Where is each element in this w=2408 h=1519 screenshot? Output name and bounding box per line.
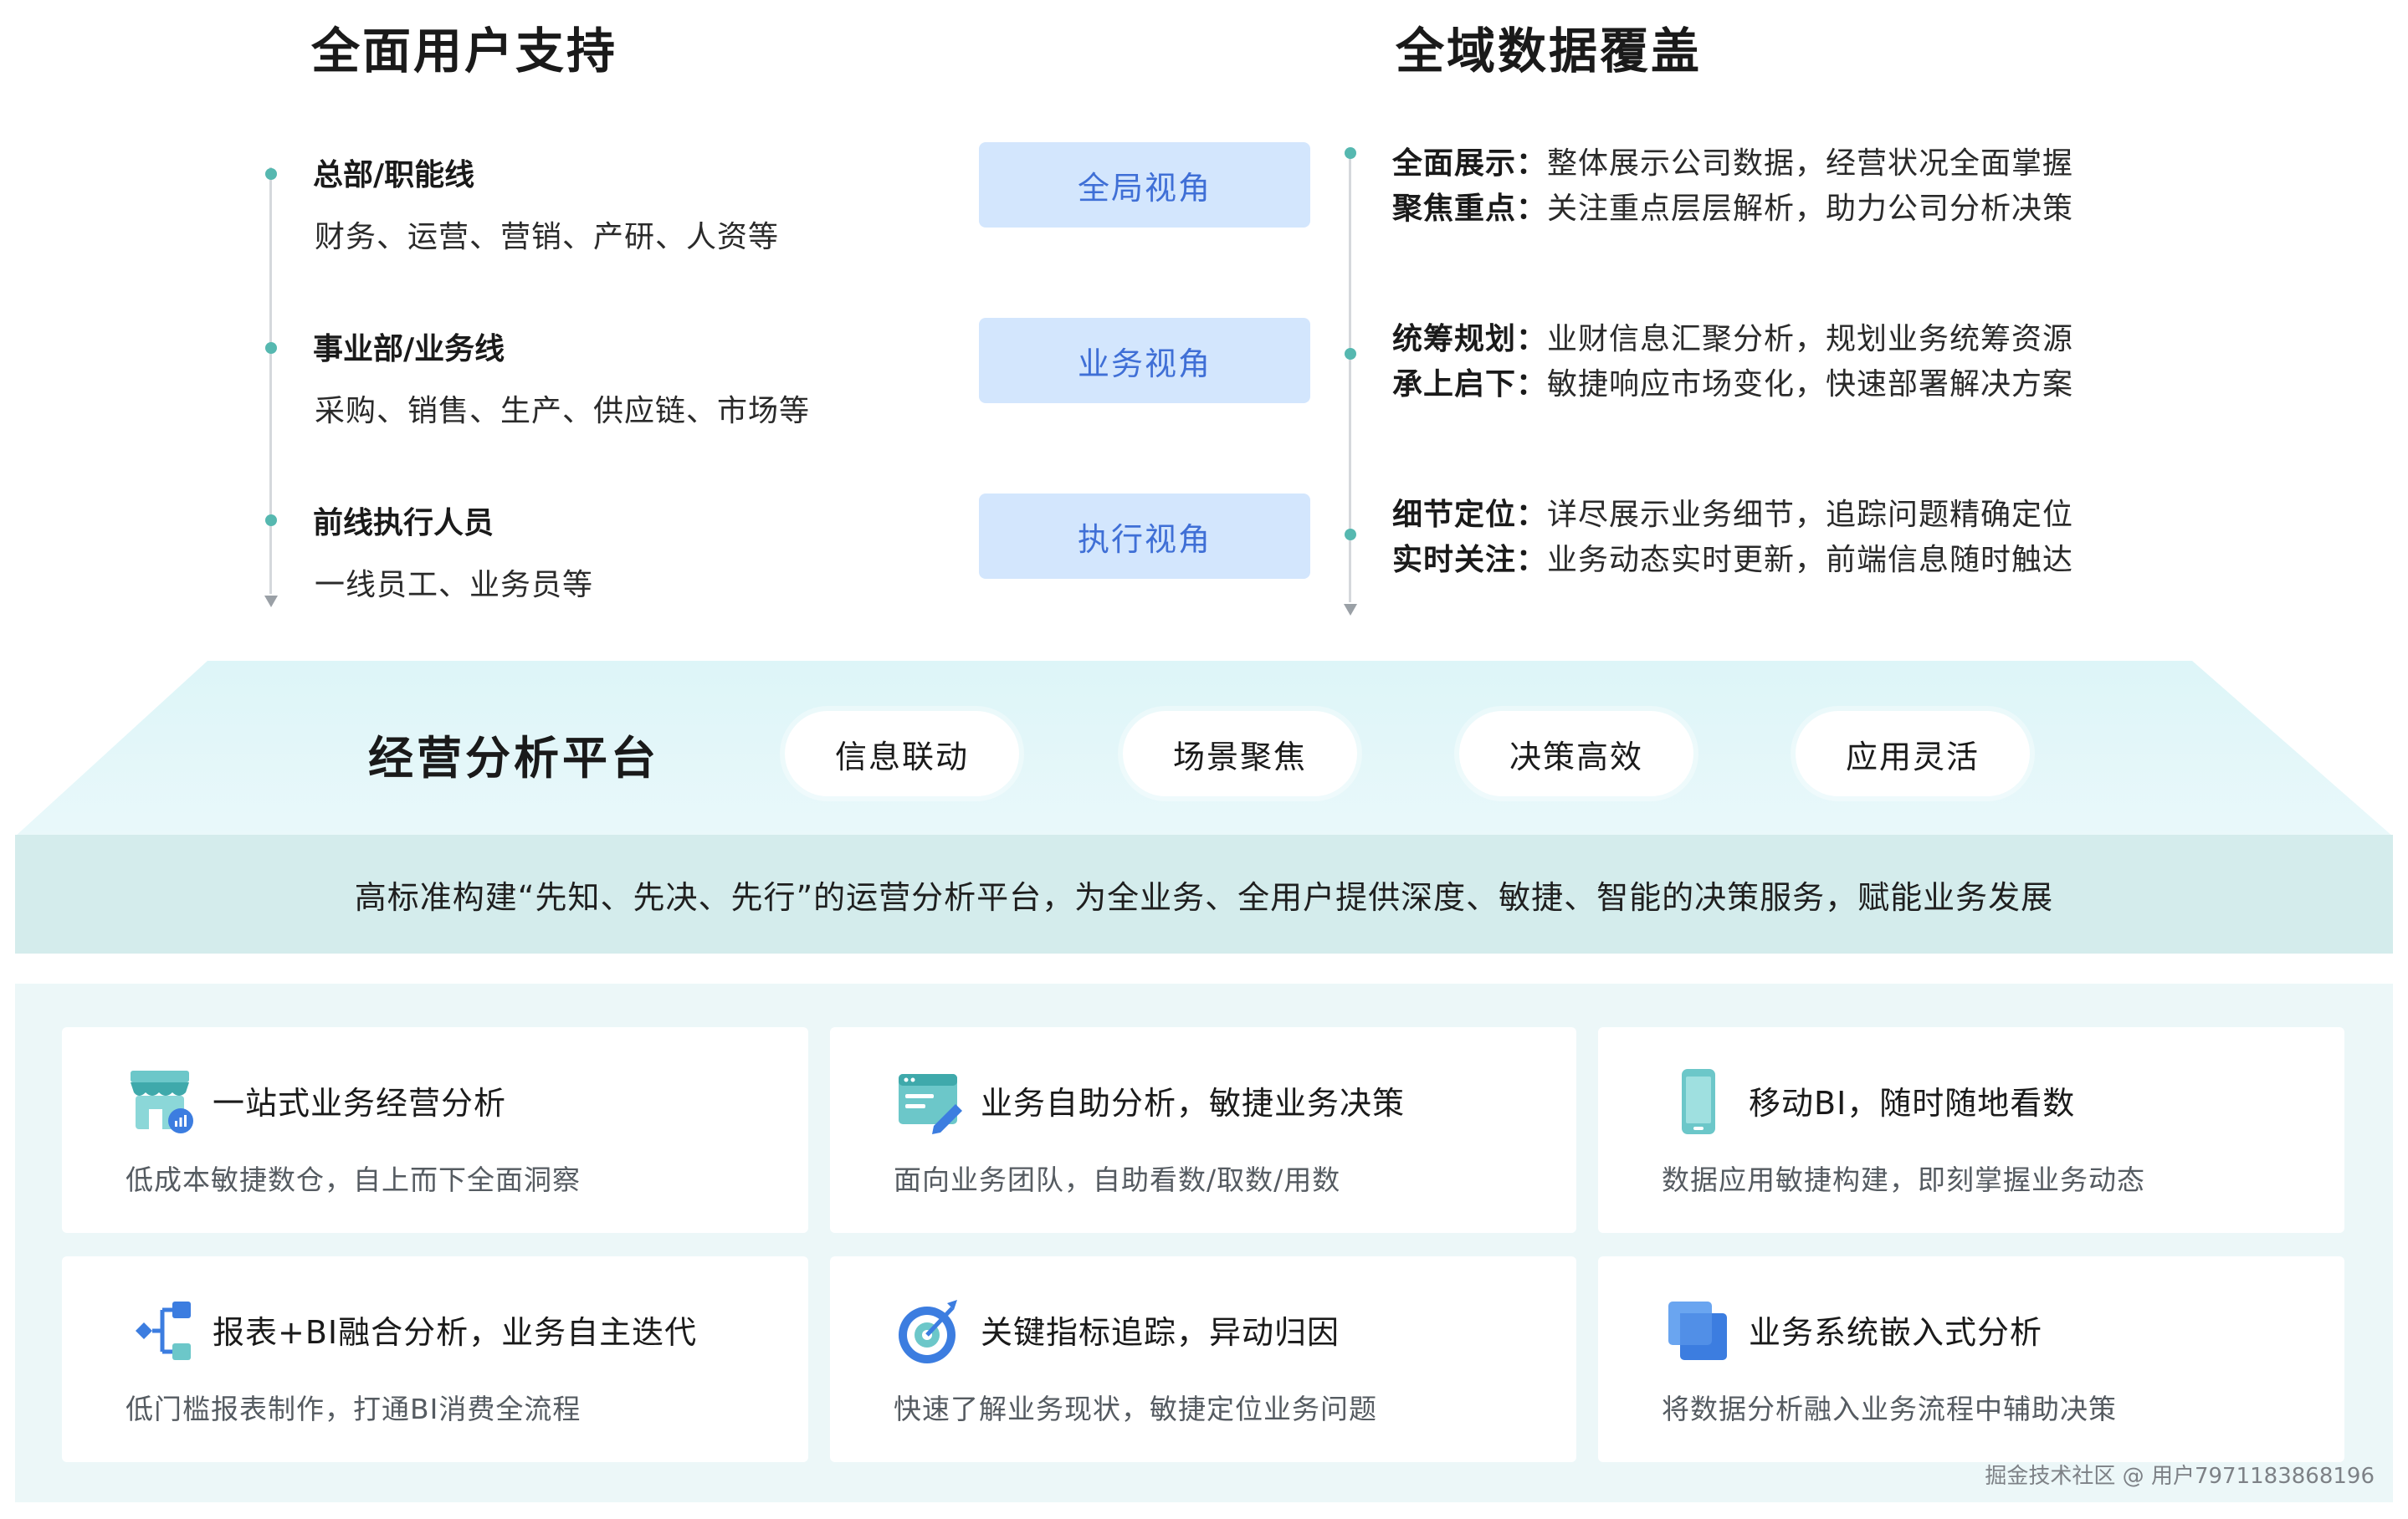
feature-title: 一站式业务经营分析	[213, 1085, 507, 1122]
business-view-button[interactable]: 业务视角	[979, 318, 1310, 403]
group-title: 事业部/业务线	[313, 332, 505, 366]
coverage-item: 全面展示：整体展示公司数据，经营状况全面掌握	[1392, 139, 2073, 182]
execution-view-button[interactable]: 执行视角	[979, 494, 1310, 579]
coverage-text: 详尽展示业务细节，追踪问题精确定位	[1547, 498, 2074, 532]
group-desc: 采购、销售、生产、供应链、市场等	[315, 394, 811, 428]
right-timeline-arrow-icon	[1344, 604, 1357, 616]
coverage-item: 实时关注：业务动态实时更新，前端信息随时触达	[1392, 535, 2073, 579]
coverage-item: 承上启下：敏捷响应市场变化，快速部署解决方案	[1392, 360, 2073, 403]
coverage-text: 整体展示公司数据，经营状况全面掌握	[1547, 146, 2074, 181]
feature-desc: 快速了解业务现状，敏捷定位业务问题	[894, 1393, 1377, 1425]
coverage-label: 承上启下：	[1392, 367, 1548, 401]
browser-pen-icon	[899, 1074, 962, 1134]
group-desc: 一线员工、业务员等	[315, 568, 594, 602]
feature-desc: 将数据分析融入业务流程中辅助决策	[1662, 1393, 2117, 1425]
feature-card[interactable]: 移动BI，随时随地看数 数据应用敏捷构建，即刻掌握业务动态	[1598, 1027, 2344, 1233]
timeline-dot	[1345, 147, 1356, 159]
timeline-dot	[1345, 348, 1356, 360]
platform-pill: 决策高效	[1459, 711, 1693, 796]
feature-title: 业务系统嵌入式分析	[1749, 1314, 2043, 1351]
left-timeline	[269, 167, 272, 594]
coverage-label: 聚焦重点：	[1392, 192, 1548, 226]
platform-pill: 应用灵活	[1796, 711, 2030, 796]
feature-title: 业务自助分析，敏捷业务决策	[981, 1085, 1406, 1122]
user-support-title: 全面用户支持	[311, 23, 618, 79]
group-title: 总部/职能线	[313, 158, 475, 192]
coverage-item: 聚焦重点：关注重点层层解析，助力公司分析决策	[1392, 184, 2073, 228]
group-title: 前线执行人员	[313, 506, 494, 540]
timeline-dot	[1345, 529, 1356, 540]
store-chart-icon	[131, 1071, 193, 1133]
coverage-text: 关注重点层层解析，助力公司分析决策	[1547, 192, 2074, 226]
coverage-label: 统筹规划：	[1392, 322, 1548, 356]
embed-window-icon	[1668, 1302, 1727, 1360]
watermark: 掘金技术社区 @ 用户7971183868196	[1985, 1464, 2375, 1489]
mobile-phone-icon	[1682, 1069, 1715, 1134]
group-desc: 财务、运营、营销、产研、人资等	[315, 220, 780, 254]
target-arrow-icon	[899, 1300, 957, 1363]
coverage-text: 业财信息汇聚分析，规划业务统筹资源	[1547, 322, 2074, 356]
timeline-dot	[265, 168, 277, 180]
timeline-dot	[265, 514, 277, 526]
coverage-text: 业务动态实时更新，前端信息随时触达	[1547, 543, 2074, 577]
feature-title: 移动BI，随时随地看数	[1749, 1085, 2076, 1122]
feature-card[interactable]: 关键指标追踪，异动归因 快速了解业务现状，敏捷定位业务问题	[830, 1256, 1576, 1462]
feature-desc: 低门槛报表制作，打通BI消费全流程	[126, 1393, 582, 1425]
timeline-dot	[265, 342, 277, 354]
coverage-label: 全面展示：	[1392, 146, 1548, 181]
coverage-text: 敏捷响应市场变化，快速部署解决方案	[1547, 367, 2074, 401]
data-coverage-title: 全域数据覆盖	[1396, 23, 1703, 79]
feature-title: 关键指标追踪，异动归因	[981, 1314, 1340, 1351]
feature-desc: 数据应用敏捷构建，即刻掌握业务动态	[1662, 1164, 2145, 1196]
coverage-label: 细节定位：	[1392, 498, 1548, 532]
feature-desc: 低成本敏捷数仓，自上而下全面洞察	[126, 1164, 581, 1196]
feature-card[interactable]: 报表+BI融合分析，业务自主迭代 低门槛报表制作，打通BI消费全流程	[62, 1256, 808, 1462]
coverage-item: 细节定位：详尽展示业务细节，追踪问题精确定位	[1392, 490, 2073, 534]
platform-pill: 场景聚焦	[1123, 711, 1357, 796]
platform-description-band: 高标准构建“先知、先决、先行”的运营分析平台，为全业务、全用户提供深度、敏捷、智…	[15, 835, 2393, 954]
feature-title: 报表+BI融合分析，业务自主迭代	[213, 1314, 698, 1351]
coverage-label: 实时关注：	[1392, 543, 1548, 577]
platform-title: 经营分析平台	[368, 732, 659, 785]
feature-card[interactable]: 一站式业务经营分析 低成本敏捷数仓，自上而下全面洞察	[62, 1027, 808, 1233]
feature-desc: 面向业务团队，自助看数/取数/用数	[894, 1164, 1341, 1196]
feature-card[interactable]: 业务系统嵌入式分析 将数据分析融入业务流程中辅助决策	[1598, 1256, 2344, 1462]
left-timeline-arrow-icon	[264, 596, 278, 607]
global-view-button[interactable]: 全局视角	[979, 142, 1310, 228]
coverage-item: 统筹规划：业财信息汇聚分析，规划业务统筹资源	[1392, 315, 2073, 358]
platform-pill: 信息联动	[785, 711, 1019, 796]
feature-card[interactable]: 业务自助分析，敏捷业务决策 面向业务团队，自助看数/取数/用数	[830, 1027, 1576, 1233]
flow-branch-icon	[136, 1302, 191, 1360]
